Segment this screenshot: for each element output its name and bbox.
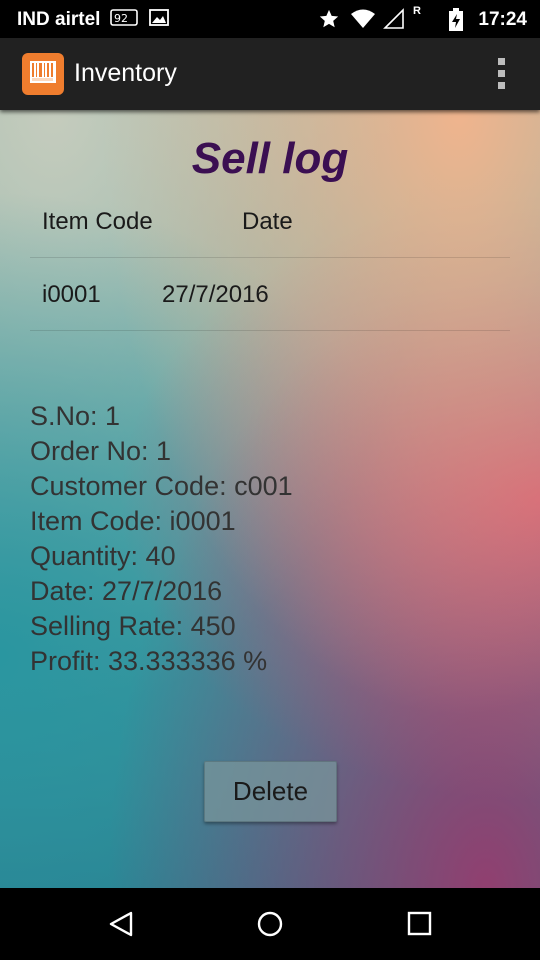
- status-bar: IND airtel 92 R 17:24: [0, 0, 540, 38]
- sell-log-screen: Sell log Item Code Date i0001 27/7/2016 …: [0, 110, 540, 888]
- clock: 17:24: [478, 9, 527, 30]
- detail-order-no: Order No: 1: [30, 436, 172, 466]
- detail-item-code: Item Code: i0001: [30, 506, 236, 536]
- star-icon: [318, 8, 340, 35]
- detail-selling-rate: Selling Rate: 450: [30, 611, 236, 641]
- back-icon[interactable]: [107, 910, 135, 943]
- home-icon[interactable]: [256, 910, 284, 943]
- roaming-indicator: R: [413, 5, 421, 17]
- wifi-icon: [350, 8, 376, 35]
- order-details: S.No: 1 Order No: 1 Customer Code: c001 …: [30, 399, 293, 679]
- row-item-code[interactable]: i0001: [42, 281, 101, 309]
- volte-icon: 92: [110, 8, 138, 33]
- app-title: Inventory: [74, 59, 177, 87]
- detail-date: Date: 27/7/2016: [30, 576, 223, 606]
- system-nav-bar: [0, 888, 540, 960]
- signal-icon: [383, 8, 405, 35]
- battery-charging-icon: [448, 8, 464, 37]
- app-bar: Inventory: [0, 38, 540, 110]
- recents-icon[interactable]: [407, 910, 433, 943]
- carrier-name: IND airtel: [17, 9, 101, 30]
- detail-quantity: Quantity: 40: [30, 541, 176, 571]
- delete-button[interactable]: Delete: [204, 761, 337, 822]
- detail-serial-no: S.No: 1: [30, 401, 121, 431]
- column-header-item-code: Item Code: [42, 208, 153, 235]
- barcode-icon: [22, 53, 64, 95]
- column-header-date: Date: [242, 208, 293, 235]
- detail-customer-code: Customer Code: c001: [30, 471, 293, 501]
- overflow-menu-icon[interactable]: [498, 58, 506, 90]
- page-title: Sell log: [191, 134, 349, 183]
- row-date[interactable]: 27/7/2016: [162, 281, 269, 309]
- header-divider: [30, 257, 510, 258]
- svg-text:92: 92: [114, 12, 128, 25]
- row-divider: [30, 330, 510, 331]
- image-icon: [149, 8, 169, 33]
- detail-profit: Profit: 33.333336 %: [30, 646, 268, 676]
